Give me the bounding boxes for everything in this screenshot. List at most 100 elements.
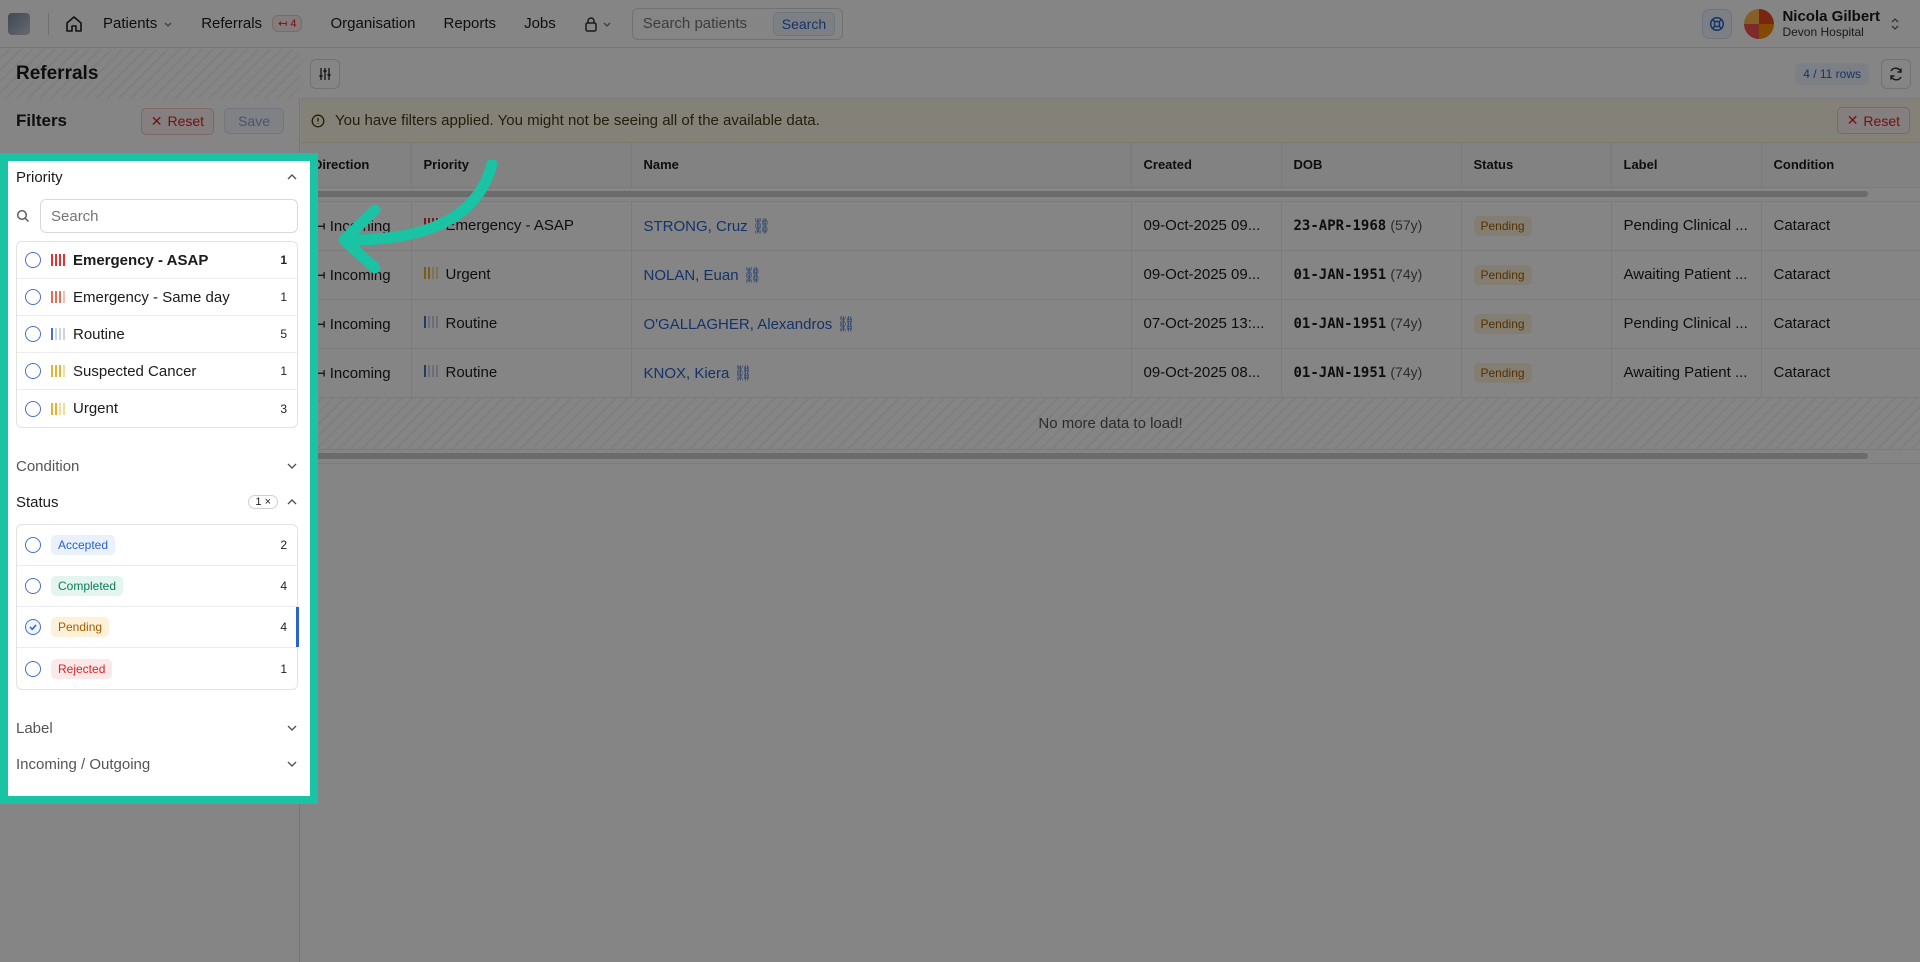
- alert-reset-button[interactable]: ✕ Reset: [1836, 107, 1910, 134]
- lock-menu[interactable]: [584, 16, 612, 32]
- radio[interactable]: [25, 326, 41, 342]
- radio[interactable]: [25, 578, 41, 594]
- link-icon[interactable]: ⛓: [734, 365, 753, 382]
- main-content: 4 / 11 rows You have filters applied. Yo…: [301, 49, 1920, 962]
- horizontal-scrollbar[interactable]: [309, 191, 1868, 197]
- radio[interactable]: [25, 363, 41, 379]
- radio[interactable]: [25, 252, 41, 268]
- status-option-accepted[interactable]: Accepted 2: [17, 525, 297, 566]
- status-active-count[interactable]: 1 ×: [248, 495, 278, 509]
- chevron-updown-icon[interactable]: [1890, 17, 1900, 31]
- table-row[interactable]: ↤ Incoming Routine KNOX, Kiera ⛓ 09-Oct-…: [301, 348, 1920, 398]
- label-title: Label: [16, 719, 53, 737]
- dob-cell: 01-JAN-1951 (74y): [1281, 250, 1462, 300]
- patient-link[interactable]: O'GALLAGHER, Alexandros: [644, 316, 833, 333]
- status-option-rejected[interactable]: Rejected 1: [17, 648, 297, 689]
- column-header-condition[interactable]: Condition: [1761, 143, 1920, 188]
- nav-item-referrals[interactable]: Referrals ↤ 4: [201, 15, 303, 32]
- priority-option-suspected-cancer[interactable]: Suspected Cancer 1: [17, 353, 297, 390]
- column-header-created[interactable]: Created: [1131, 143, 1282, 188]
- label-cell: Awaiting Patient ...: [1611, 250, 1762, 300]
- option-count: 5: [280, 327, 287, 341]
- app-logo[interactable]: [8, 12, 30, 35]
- status-cell: Pending: [1461, 201, 1612, 251]
- status-badge: Pending: [1473, 216, 1532, 236]
- label-section-header[interactable]: Label: [16, 712, 298, 744]
- dob-cell: 01-JAN-1951 (74y): [1281, 299, 1462, 349]
- referrals-table: Direction Priority Name Created DOB Stat…: [301, 143, 1920, 398]
- avatar[interactable]: [1744, 8, 1775, 39]
- help-button[interactable]: [1702, 8, 1733, 39]
- column-header-label[interactable]: Label: [1611, 143, 1762, 188]
- label-cell: Pending Clinical ...: [1611, 201, 1762, 251]
- option-count: 1: [280, 661, 287, 676]
- radio[interactable]: [25, 660, 41, 677]
- chevron-down-icon: [603, 22, 611, 27]
- priority-option-emergency-same-day[interactable]: Emergency - Same day 1: [17, 279, 297, 316]
- link-icon[interactable]: ⛓: [743, 267, 762, 284]
- option-label: Routine: [73, 325, 125, 343]
- incoming-outgoing-section-header[interactable]: Incoming / Outgoing: [16, 748, 298, 780]
- priority-bars-icon: [423, 365, 438, 377]
- table-row[interactable]: ↤ Incoming Emergency - ASAP STRONG, Cruz…: [301, 201, 1920, 251]
- user-name: Nicola Gilbert: [1782, 7, 1880, 25]
- column-header-name[interactable]: Name: [631, 143, 1132, 188]
- patient-search: Search: [631, 7, 843, 40]
- option-count: 1: [280, 290, 287, 304]
- home-icon[interactable]: [65, 15, 83, 33]
- column-header-status[interactable]: Status: [1461, 143, 1612, 188]
- radio[interactable]: [25, 537, 41, 553]
- priority-search-input[interactable]: [40, 199, 298, 233]
- scrollbar-cell: [301, 187, 1920, 202]
- link-icon[interactable]: ⛓: [836, 316, 855, 333]
- link-icon[interactable]: ⛓: [752, 218, 771, 235]
- table-row[interactable]: ↤ Incoming Urgent NOLAN, Euan ⛓ 09-Oct-2…: [301, 250, 1920, 300]
- search-button[interactable]: Search: [772, 11, 836, 36]
- alert-text: You have filters applied. You might not …: [335, 112, 820, 129]
- priority-option-emergency-asap[interactable]: Emergency - ASAP 1: [17, 242, 297, 279]
- nav-item-organisation[interactable]: Organisation: [330, 15, 415, 32]
- patient-link[interactable]: KNOX, Kiera: [644, 365, 730, 382]
- radio-checked[interactable]: [25, 619, 41, 635]
- name-cell: NOLAN, Euan ⛓: [631, 250, 1132, 300]
- status-badge: Pending: [1473, 265, 1532, 285]
- nav-item-jobs[interactable]: Jobs: [524, 15, 556, 32]
- close-icon: ✕: [150, 112, 163, 129]
- priority-option-urgent[interactable]: Urgent 3: [17, 390, 297, 427]
- nav-item-patients[interactable]: Patients: [103, 15, 173, 32]
- patient-search-input[interactable]: [642, 15, 773, 32]
- created-cell: 09-Oct-2025 09...: [1131, 250, 1282, 300]
- priority-section-header[interactable]: Priority: [16, 161, 298, 193]
- nav-item-reports[interactable]: Reports: [444, 15, 497, 32]
- radio[interactable]: [25, 400, 41, 417]
- incoming-outgoing-title: Incoming / Outgoing: [16, 755, 151, 773]
- column-header-dob[interactable]: DOB: [1281, 143, 1462, 188]
- option-count: 1: [280, 364, 287, 378]
- status-badge: Rejected: [51, 658, 113, 679]
- patient-link[interactable]: STRONG, Cruz: [644, 218, 748, 235]
- filter-toggle-button[interactable]: [310, 58, 340, 89]
- refresh-button[interactable]: [1881, 58, 1911, 89]
- name-cell: O'GALLAGHER, Alexandros ⛓: [631, 299, 1132, 349]
- reset-filters-button[interactable]: ✕ Reset: [140, 107, 215, 135]
- user-area: Nicola Gilbert Devon Hospital: [1702, 7, 1900, 39]
- save-filters-button[interactable]: Save: [224, 108, 284, 134]
- table-row[interactable]: ↤ Incoming Routine O'GALLAGHER, Alexandr…: [301, 299, 1920, 349]
- horizontal-scrollbar[interactable]: [309, 453, 1868, 459]
- priority-bars-icon: [423, 316, 438, 328]
- priority-option-routine[interactable]: Routine 5: [17, 316, 297, 353]
- nav-item-label: Referrals: [201, 15, 263, 32]
- nav-divider: [48, 12, 49, 35]
- patient-link[interactable]: NOLAN, Euan: [644, 267, 739, 284]
- radio[interactable]: [25, 289, 41, 305]
- dob-cell: 01-JAN-1951 (74y): [1281, 348, 1462, 398]
- user-info[interactable]: Nicola Gilbert Devon Hospital: [1782, 7, 1880, 39]
- status-badge: Pending: [1473, 363, 1532, 383]
- horizontal-scrollbar-row: [301, 187, 1920, 202]
- status-section-header[interactable]: Status 1 ×: [16, 486, 298, 518]
- status-badge: Accepted: [51, 535, 116, 555]
- status-option-pending[interactable]: Pending 4: [17, 607, 299, 648]
- close-icon: ✕: [1846, 112, 1859, 128]
- condition-section-header[interactable]: Condition: [16, 450, 298, 482]
- status-option-completed[interactable]: Completed 4: [17, 566, 297, 607]
